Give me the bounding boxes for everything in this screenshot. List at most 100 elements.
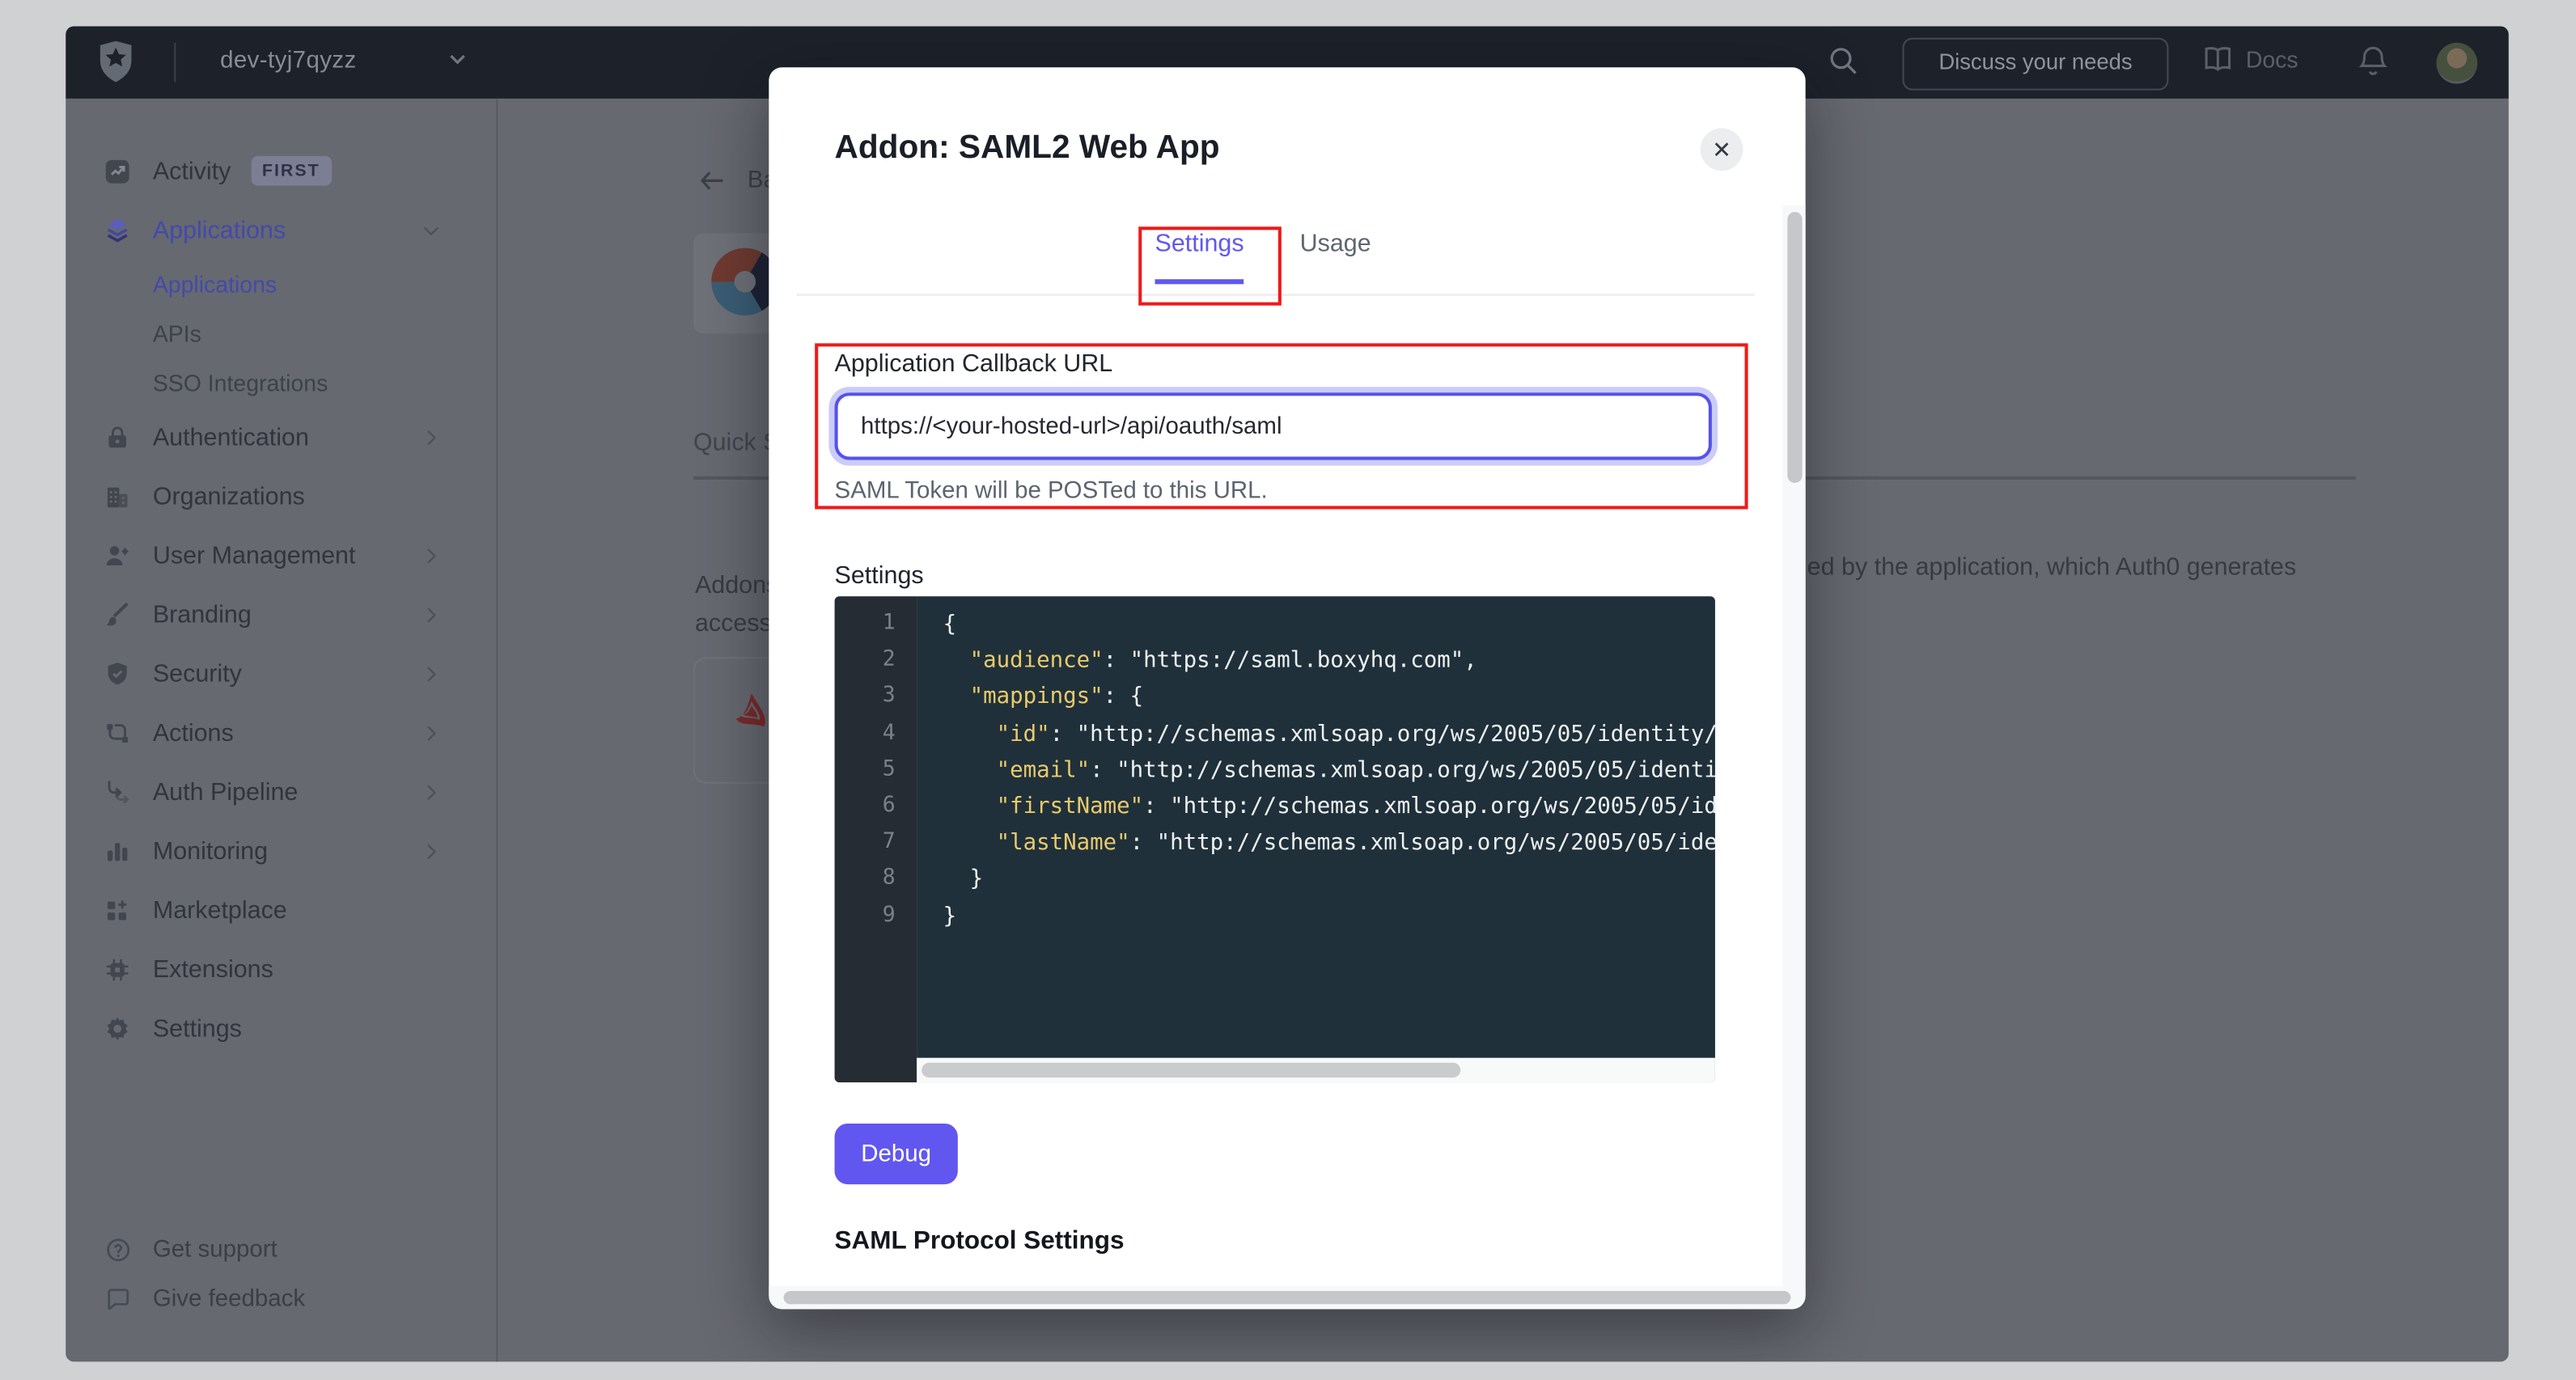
callback-url-label: Application Callback URL: [835, 350, 1113, 379]
paintbrush-icon: [104, 600, 132, 629]
flow-icon: [104, 718, 132, 747]
sidebar-item-settings[interactable]: Settings: [66, 999, 494, 1058]
settings-json-label: Settings: [835, 561, 924, 590]
sidebar-item-user-management[interactable]: User Management: [66, 526, 494, 585]
callback-url-helper: SAML Token will be POSTed to this URL.: [835, 478, 1268, 504]
back-arrow-icon: [700, 171, 724, 190]
lock-icon: [104, 423, 132, 451]
pipeline-icon: [104, 777, 132, 806]
sidebar-item-label: Get support: [153, 1237, 278, 1263]
sidebar-item-auth-pipeline[interactable]: Auth Pipeline: [66, 762, 494, 821]
sidebar-footer: Get support Give feedback: [66, 1225, 494, 1324]
auth0-logo-icon[interactable]: [99, 41, 133, 83]
sidebar-item-label: Marketplace: [153, 896, 287, 925]
sidebar-item-give-feedback[interactable]: Give feedback: [66, 1275, 494, 1324]
page-text-fragment-left-2: access: [695, 607, 772, 641]
sidebar-item-activity[interactable]: Activity FIRST: [66, 142, 494, 201]
extensions-icon: [104, 955, 132, 984]
sidebar-item-applications[interactable]: Applications: [66, 201, 494, 260]
sidebar-item-actions[interactable]: Actions: [66, 703, 494, 762]
sidebar-subitem-applications[interactable]: Applications: [66, 260, 494, 309]
sidebar-item-label: Organizations: [153, 482, 305, 510]
close-icon[interactable]: ✕: [1701, 128, 1743, 171]
addon-saml2-modal: Addon: SAML2 Web App ✕ Settings Usage App…: [769, 67, 1805, 1309]
code-line: "mappings": {: [943, 679, 1715, 715]
sidebar-item-authentication[interactable]: Authentication: [66, 408, 494, 467]
gear-icon: [104, 1014, 132, 1043]
sidebar-subitem-apis[interactable]: APIs: [66, 309, 494, 358]
modal-vertical-scrollbar[interactable]: [1782, 205, 1805, 1286]
tab-usage[interactable]: Usage: [1300, 230, 1371, 284]
bar-chart-icon: [104, 837, 132, 866]
editor-horizontal-scrollbar[interactable]: [917, 1058, 1715, 1082]
code-line: {: [943, 606, 1715, 642]
chevron-right-icon: [421, 603, 442, 624]
chevron-down-icon: [421, 219, 442, 240]
applications-icon: [104, 216, 132, 244]
modal-vertical-scrollbar-thumb[interactable]: [1786, 212, 1801, 483]
code-line: "audience": "https://saml.boxyhq.com",: [943, 642, 1715, 679]
sidebar-item-get-support[interactable]: Get support: [66, 1225, 494, 1275]
sidebar-item-label: Branding: [153, 600, 252, 629]
sidebar-item-label: Settings: [153, 1014, 242, 1043]
page-text-fragment-left-1: Addons: [695, 570, 778, 604]
annotation-box-settings-tab: [1138, 226, 1282, 305]
page-text-fragment-right: ed by the application, which Auth0 gener…: [1807, 552, 2297, 586]
search-icon[interactable]: [1827, 44, 1860, 78]
docs-link[interactable]: Docs: [2203, 46, 2298, 72]
sidebar-item-label: Auth Pipeline: [153, 777, 299, 806]
sidebar-item-label: Security: [153, 659, 242, 688]
code-line: }: [943, 861, 1715, 898]
editor-line-numbers: 123456789: [835, 596, 917, 1082]
code-line: "lastName": "http://schemas.xmlsoap.org/…: [943, 825, 1715, 861]
sidebar-subitem-sso-integrations[interactable]: SSO Integrations: [66, 358, 494, 408]
sidebar-item-monitoring[interactable]: Monitoring: [66, 821, 494, 880]
editor-code[interactable]: { "audience": "https://saml.boxyhq.com",…: [917, 596, 1715, 1082]
code-line: "email": "http://schemas.xmlsoap.org/ws/…: [943, 752, 1715, 789]
code-line: }: [943, 898, 1715, 934]
page-tab-quickstart[interactable]: Quick S: [693, 429, 780, 457]
bell-icon[interactable]: [2358, 44, 2389, 79]
saml-addon-logo-icon: [730, 690, 774, 739]
first-badge: FIRST: [251, 156, 332, 186]
sidebar-item-marketplace[interactable]: Marketplace: [66, 880, 494, 939]
user-gear-icon: [104, 541, 132, 569]
editor-scrollbar-thumb[interactable]: [922, 1063, 1460, 1077]
sidebar-item-label: Actions: [153, 718, 234, 747]
discuss-your-needs-button[interactable]: Discuss your needs: [1902, 38, 2168, 91]
saml-protocol-settings-heading: SAML Protocol Settings: [835, 1227, 1125, 1257]
chevron-right-icon: [421, 840, 442, 861]
user-avatar[interactable]: [2436, 43, 2477, 84]
chevron-right-icon: [421, 781, 442, 802]
shield-check-icon: [104, 659, 132, 688]
help-circle-icon: [104, 1236, 132, 1264]
chat-bubble-icon: [104, 1285, 132, 1314]
sidebar-item-extensions[interactable]: Extensions: [66, 940, 494, 999]
sidebar-item-label: User Management: [153, 541, 356, 569]
debug-button[interactable]: Debug: [835, 1124, 958, 1184]
modal-title: Addon: SAML2 Web App: [835, 129, 1220, 167]
modal-horizontal-scrollbar-thumb[interactable]: [784, 1291, 1791, 1304]
chevron-right-icon: [421, 722, 442, 743]
sidebar-nav: ActivityFIRSTApplicationsApplicationsAPI…: [66, 142, 494, 1058]
modal-horizontal-scrollbar[interactable]: [769, 1286, 1805, 1309]
sidebar-item-organizations[interactable]: Organizations: [66, 467, 494, 526]
docs-label: Docs: [2246, 46, 2298, 72]
book-icon: [2203, 46, 2233, 72]
sidebar-item-label: Extensions: [153, 955, 273, 984]
sidebar-item-label: Give feedback: [153, 1286, 305, 1312]
code-line: "id": "http://schemas.xmlsoap.org/ws/200…: [943, 716, 1715, 752]
sidebar-item-security[interactable]: Security: [66, 644, 494, 703]
screenshot-stage: dev-tyj7qyzz Discuss your needs Docs Act…: [0, 0, 2576, 1380]
chevron-right-icon: [421, 426, 442, 447]
tenant-switcher[interactable]: dev-tyj7qyzz: [220, 48, 357, 74]
sidebar-item-label: Activity: [153, 157, 231, 185]
chevron-down-icon[interactable]: [448, 53, 466, 66]
chevron-right-icon: [421, 544, 442, 565]
sidebar: ActivityFIRSTApplicationsApplicationsAPI…: [66, 99, 498, 1362]
sidebar-item-branding[interactable]: Branding: [66, 585, 494, 644]
code-line: "firstName": "http://schemas.xmlsoap.org…: [943, 789, 1715, 825]
callback-url-input[interactable]: [835, 392, 1712, 459]
settings-json-editor[interactable]: 123456789 { "audience": "https://saml.bo…: [835, 596, 1715, 1082]
chevron-right-icon: [421, 662, 442, 684]
